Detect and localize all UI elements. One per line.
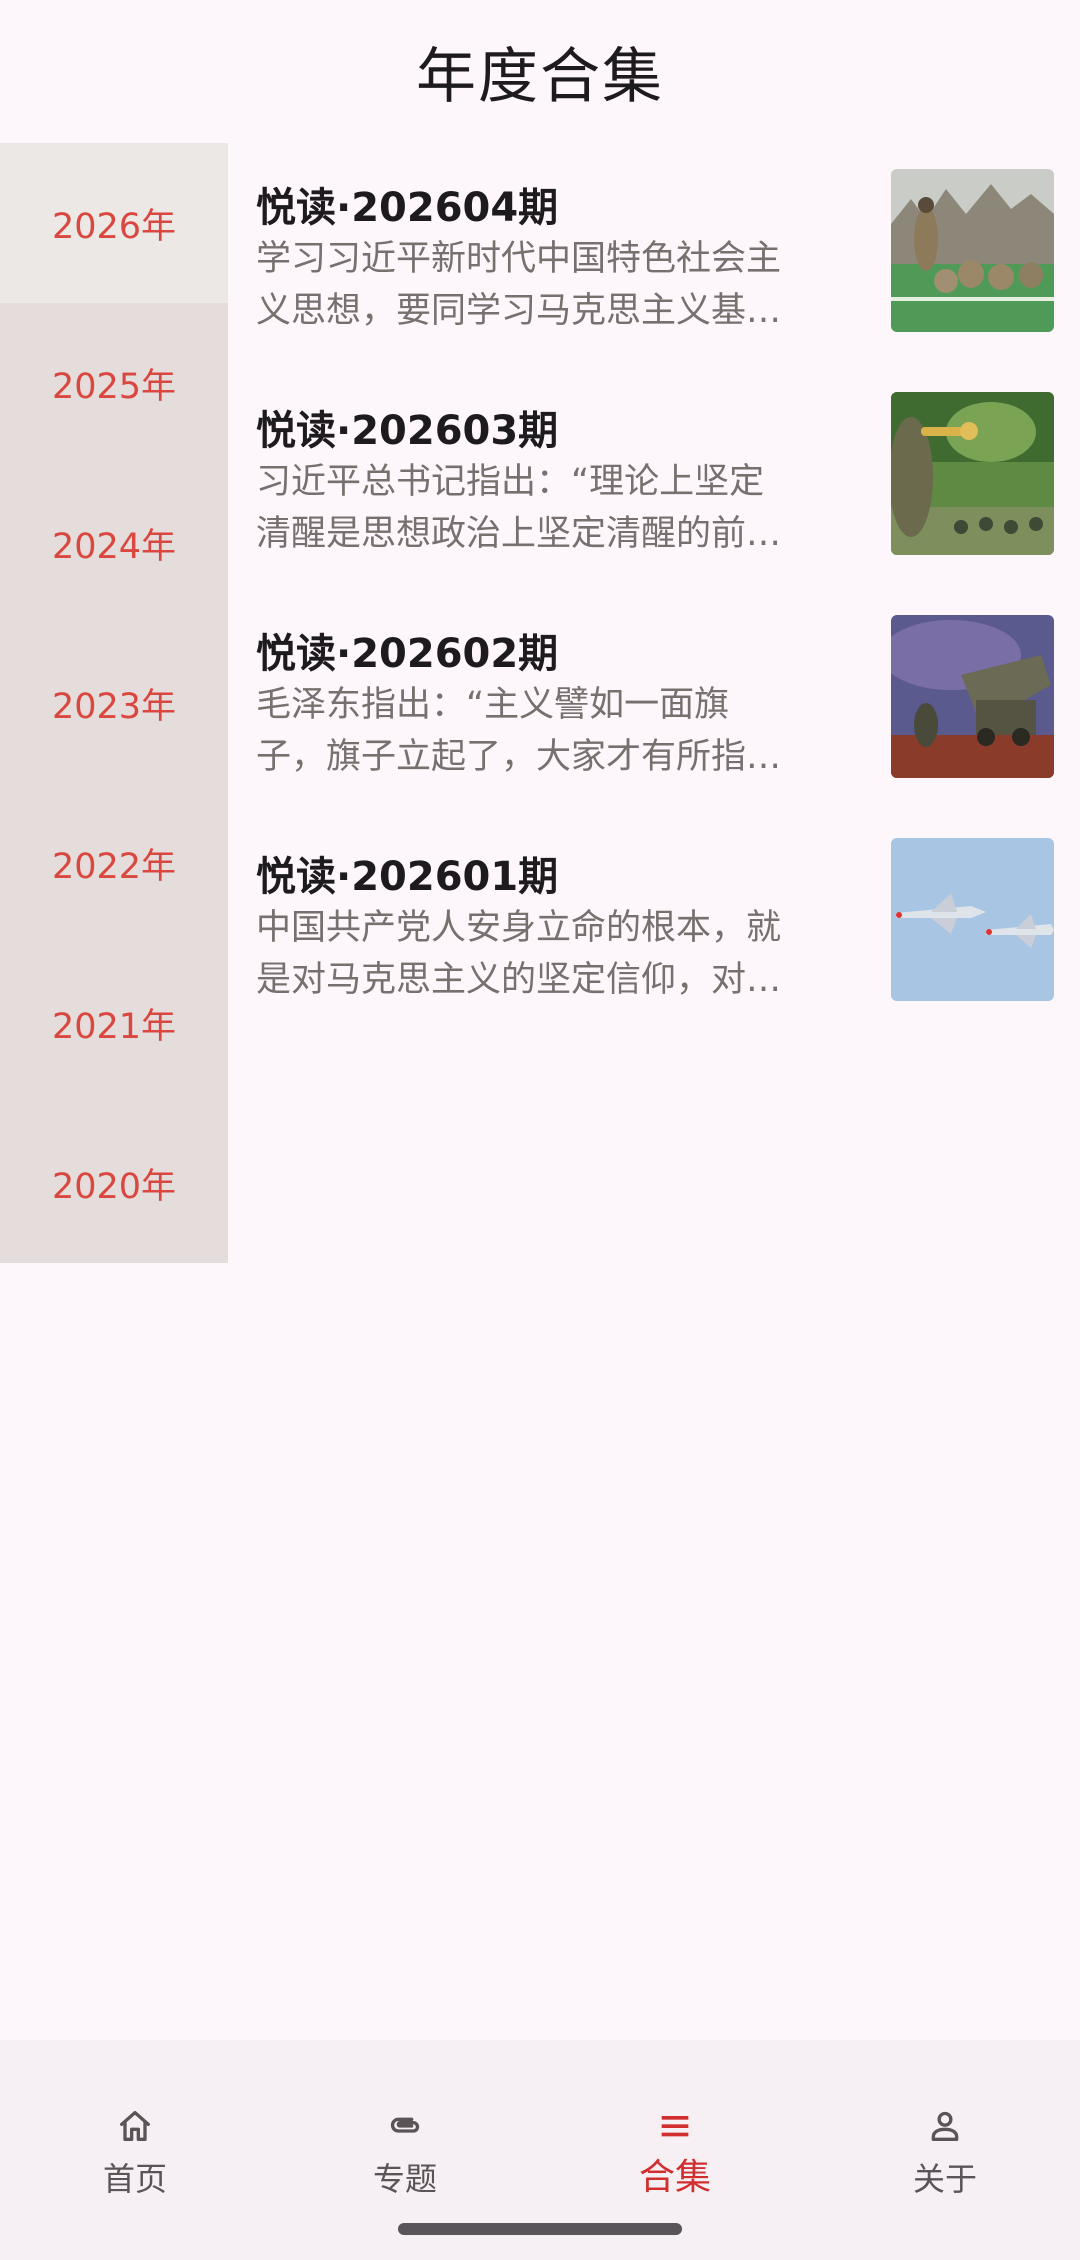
issue-title: 悦读·202602期 xyxy=(256,631,559,677)
issue-list: 悦读·202604期 学习习近平新时代中国特色社会主义思想，要同学习马克思主义基… xyxy=(228,143,1080,1035)
year-sidebar: 2026年 2025年 2024年 2023年 2022年 2021年 2020… xyxy=(0,143,228,1263)
page-title: 年度合集 xyxy=(416,42,664,112)
year-item-2020[interactable]: 2020年 xyxy=(0,1103,228,1263)
bugler-thumbnail xyxy=(891,392,1054,555)
issue-item[interactable]: 悦读·202604期 学习习近平新时代中国特色社会主义思想，要同学习马克思主义基… xyxy=(228,143,1080,366)
issue-item[interactable]: 悦读·202601期 中国共产党人安身立命的根本，就是对马克思主义的坚定信仰，对… xyxy=(228,812,1080,1035)
home-icon xyxy=(120,2111,150,2141)
nav-collection[interactable]: 合集 xyxy=(575,2070,775,2200)
issue-item[interactable]: 悦读·202602期 毛泽东指出：“主义譬如一面旗子，旗子立起了，大家才有所指… xyxy=(228,589,1080,812)
issue-summary: 中国共产党人安身立命的根本，就是对马克思主义的坚定信仰，对… xyxy=(256,908,782,1000)
year-item-2023[interactable]: 2023年 xyxy=(0,623,228,783)
year-item-2022[interactable]: 2022年 xyxy=(0,783,228,943)
gesture-handle[interactable] xyxy=(398,2223,682,2235)
fighter-jets-thumbnail xyxy=(891,838,1054,1001)
paperclip-icon xyxy=(390,2117,420,2133)
issue-summary: 学习习近平新时代中国特色社会主义思想，要同学习马克思主义基… xyxy=(256,239,782,331)
nav-about[interactable]: 关于 xyxy=(845,2070,1045,2200)
app-header: 年度合集 xyxy=(0,0,1080,143)
nav-home[interactable]: 首页 xyxy=(35,2070,235,2200)
issue-summary: 毛泽东指出：“主义譬如一面旗子，旗子立起了，大家才有所指… xyxy=(256,685,782,777)
issue-item[interactable]: 悦读·202603期 习近平总书记指出：“理论上坚定清醒是思想政治上坚定清醒的前… xyxy=(228,366,1080,589)
year-item-2026[interactable]: 2026年 xyxy=(0,143,228,303)
soldiers-training-thumbnail xyxy=(891,169,1054,332)
issue-summary: 习近平总书记指出：“理论上坚定清醒是思想政治上坚定清醒的前… xyxy=(256,462,782,554)
nav-label: 专题 xyxy=(372,2160,437,2198)
nav-label: 合集 xyxy=(638,2157,711,2198)
issue-title: 悦读·202603期 xyxy=(256,408,559,454)
person-icon xyxy=(931,2111,959,2141)
issue-title: 悦读·202601期 xyxy=(256,854,559,900)
nav-label: 关于 xyxy=(912,2160,977,2198)
issue-title: 悦读·202604期 xyxy=(256,185,559,231)
menu-icon xyxy=(661,2116,689,2137)
nav-topics[interactable]: 专题 xyxy=(305,2070,505,2200)
year-item-2025[interactable]: 2025年 xyxy=(0,303,228,463)
year-item-2024[interactable]: 2024年 xyxy=(0,463,228,623)
year-item-2021[interactable]: 2021年 xyxy=(0,943,228,1103)
missile-vehicle-thumbnail xyxy=(891,615,1054,778)
nav-label: 首页 xyxy=(102,2160,167,2198)
